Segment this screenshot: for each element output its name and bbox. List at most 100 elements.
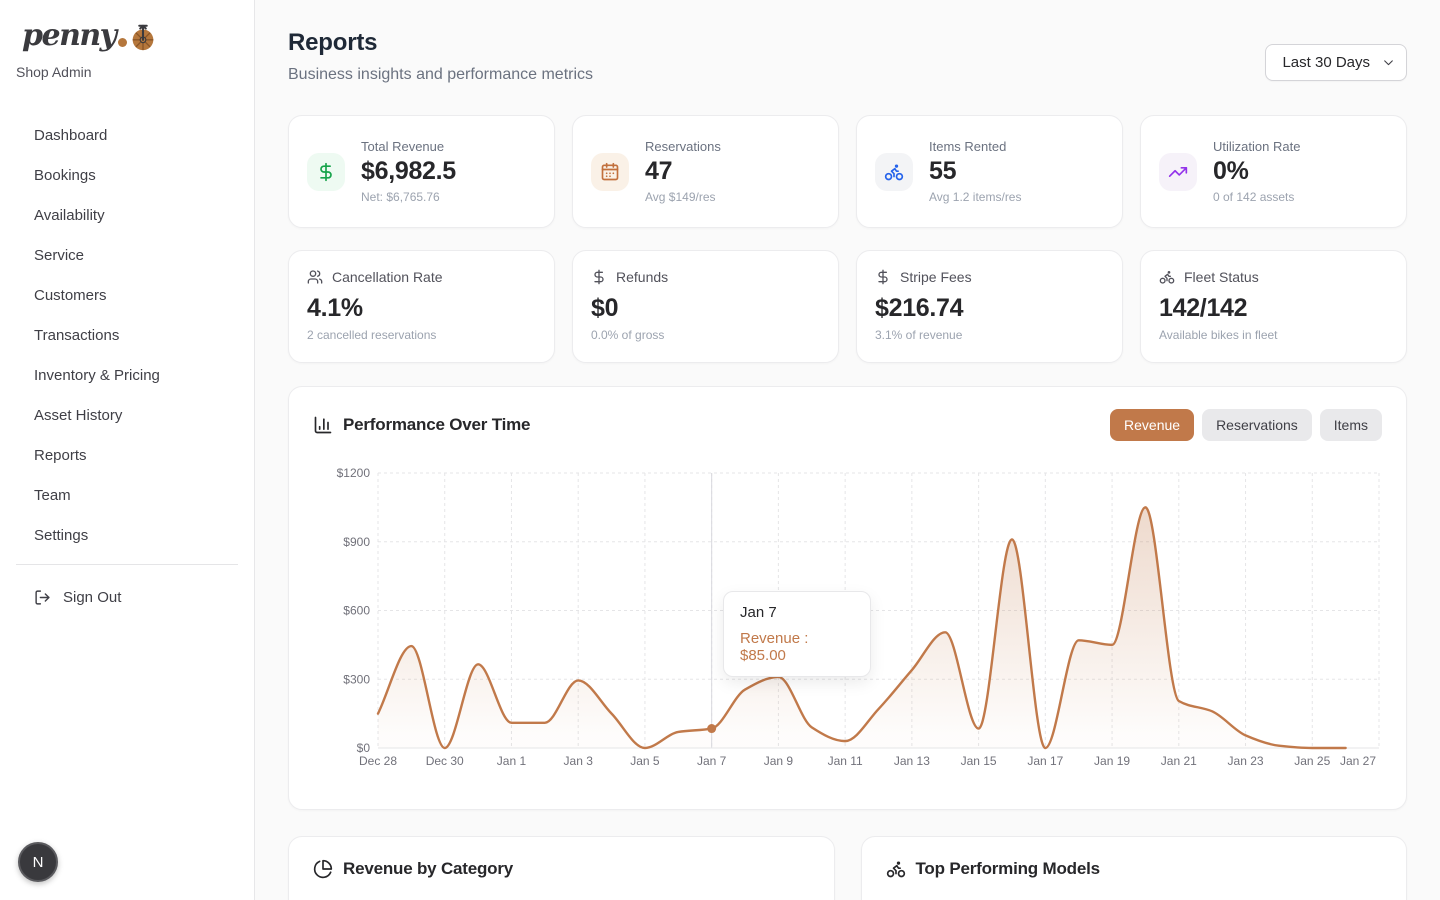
svg-text:Jan 5: Jan 5 [630, 754, 660, 768]
stat-card-fleet-status: Fleet Status 142/142 Available bikes in … [1140, 250, 1407, 363]
stat-card-utilization-rate: Utilization Rate 0% 0 of 142 assets [1140, 115, 1407, 228]
bike-icon [875, 153, 913, 191]
svg-text:Jan 9: Jan 9 [764, 754, 794, 768]
stat-value: 55 [929, 157, 1021, 186]
chevron-down-icon [1382, 56, 1395, 69]
stat-sub: 3.1% of revenue [875, 328, 1104, 342]
stat-sub: Avg 1.2 items/res [929, 190, 1021, 204]
stat-value: 4.1% [307, 294, 536, 323]
tab-reservations[interactable]: Reservations [1202, 409, 1312, 441]
svg-text:$0: $0 [357, 741, 371, 755]
tab-revenue[interactable]: Revenue [1110, 409, 1194, 441]
svg-text:Jan 3: Jan 3 [564, 754, 594, 768]
stat-card-cancellation-rate: Cancellation Rate 4.1% 2 cancelled reser… [288, 250, 555, 363]
stat-label: Refunds [616, 269, 668, 285]
stat-card-refunds: Refunds $0 0.0% of gross [572, 250, 839, 363]
stat-sub: 0.0% of gross [591, 328, 820, 342]
stat-label: Total Revenue [361, 139, 456, 154]
performance-card: Performance Over Time Revenue Reservatio… [288, 386, 1407, 810]
calendar-icon [591, 153, 629, 191]
page-header: Reports Business insights and performanc… [288, 28, 1407, 86]
svg-text:Jan 27: Jan 27 [1340, 754, 1376, 768]
svg-text:$1200: $1200 [337, 466, 371, 480]
bike-icon [886, 859, 906, 879]
shop-admin-label: Shop Admin [0, 64, 254, 80]
sidebar-item-bookings[interactable]: Bookings [0, 156, 254, 196]
pie-chart-icon [313, 859, 333, 879]
sidebar-item-dashboard[interactable]: Dashboard [0, 116, 254, 156]
dollar-icon [307, 153, 345, 191]
stat-sub: 2 cancelled reservations [307, 328, 536, 342]
brand-logo-text: penny [22, 20, 116, 52]
stat-value: 0% [1213, 157, 1300, 186]
sidebar: penny Shop Admin Dashboard Bookings Avai… [0, 0, 255, 900]
log-out-icon [34, 589, 51, 606]
tab-items[interactable]: Items [1320, 409, 1382, 441]
dollar-icon [875, 269, 891, 285]
top-performing-models-card: Top Performing Models [861, 836, 1408, 900]
sidebar-item-asset-history[interactable]: Asset History [0, 396, 254, 436]
svg-text:Jan 7: Jan 7 [697, 754, 727, 768]
brand-logo: penny [0, 20, 254, 52]
stat-label: Reservations [645, 139, 721, 154]
svg-text:Dec 30: Dec 30 [426, 754, 464, 768]
sidebar-item-team[interactable]: Team [0, 476, 254, 516]
svg-text:$900: $900 [343, 535, 370, 549]
sidebar-item-settings[interactable]: Settings [0, 516, 254, 556]
stat-label: Items Rented [929, 139, 1021, 154]
stat-card-stripe-fees: Stripe Fees $216.74 3.1% of revenue [856, 250, 1123, 363]
page-title: Reports [288, 28, 593, 58]
stat-value: 47 [645, 157, 721, 186]
page-subtitle: Business insights and performance metric… [288, 64, 593, 86]
dev-avatar-button[interactable]: N [18, 842, 58, 882]
sidebar-item-availability[interactable]: Availability [0, 196, 254, 236]
sign-out-label: Sign Out [63, 589, 121, 606]
performance-chart-area: $0$300$600$900$1200Dec 28Dec 30Jan 1Jan … [313, 453, 1382, 776]
dollar-icon [591, 269, 607, 285]
svg-text:Jan 25: Jan 25 [1294, 754, 1330, 768]
stat-card-reservations: Reservations 47 Avg $149/res [572, 115, 839, 228]
stat-sub: Net: $6,765.76 [361, 190, 456, 204]
date-range-select[interactable]: Last 30 Days [1265, 44, 1407, 81]
sidebar-item-transactions[interactable]: Transactions [0, 316, 254, 356]
svg-text:Jan 19: Jan 19 [1094, 754, 1130, 768]
sidebar-item-inventory-pricing[interactable]: Inventory & Pricing [0, 356, 254, 396]
stat-value: 142/142 [1159, 294, 1388, 323]
stats-row-2: Cancellation Rate 4.1% 2 cancelled reser… [288, 250, 1407, 363]
date-range-value: Last 30 Days [1282, 54, 1370, 71]
stat-sub: Avg $149/res [645, 190, 721, 204]
svg-text:Jan 1: Jan 1 [497, 754, 527, 768]
svg-text:Jan 13: Jan 13 [894, 754, 930, 768]
svg-text:Jan 17: Jan 17 [1027, 754, 1063, 768]
stat-sub: Available bikes in fleet [1159, 328, 1388, 342]
stat-value: $216.74 [875, 294, 1104, 323]
stat-value: $6,982.5 [361, 157, 456, 186]
bar-chart-icon [313, 415, 333, 435]
stat-label: Fleet Status [1184, 269, 1259, 285]
trending-up-icon [1159, 153, 1197, 191]
penny-farthing-wheel-icon [128, 22, 158, 52]
bottom-card-title: Revenue by Category [343, 859, 513, 879]
sidebar-item-customers[interactable]: Customers [0, 276, 254, 316]
performance-title: Performance Over Time [343, 415, 530, 435]
main-content: Reports Business insights and performanc… [255, 0, 1440, 900]
sidebar-divider [16, 564, 238, 565]
users-icon [307, 269, 323, 285]
stats-row-1: Total Revenue $6,982.5 Net: $6,765.76 Re… [288, 115, 1407, 228]
svg-text:$600: $600 [343, 604, 370, 618]
svg-text:Jan 15: Jan 15 [961, 754, 997, 768]
svg-text:Jan 23: Jan 23 [1228, 754, 1264, 768]
performance-chart[interactable]: $0$300$600$900$1200Dec 28Dec 30Jan 1Jan … [313, 453, 1384, 771]
bottom-card-title: Top Performing Models [916, 859, 1100, 879]
revenue-by-category-card: Revenue by Category [288, 836, 835, 900]
sidebar-item-service[interactable]: Service [0, 236, 254, 276]
penny-small-wheel-icon [118, 38, 127, 47]
svg-text:Dec 28: Dec 28 [359, 754, 397, 768]
bottom-section: Revenue by Category Top Performing Model… [288, 836, 1407, 900]
bike-icon [1159, 269, 1175, 285]
svg-text:Jan 11: Jan 11 [828, 754, 863, 768]
chart-metric-tabs: Revenue Reservations Items [1110, 409, 1382, 441]
sidebar-item-reports[interactable]: Reports [0, 436, 254, 476]
sign-out-button[interactable]: Sign Out [0, 579, 254, 616]
stat-card-items-rented: Items Rented 55 Avg 1.2 items/res [856, 115, 1123, 228]
